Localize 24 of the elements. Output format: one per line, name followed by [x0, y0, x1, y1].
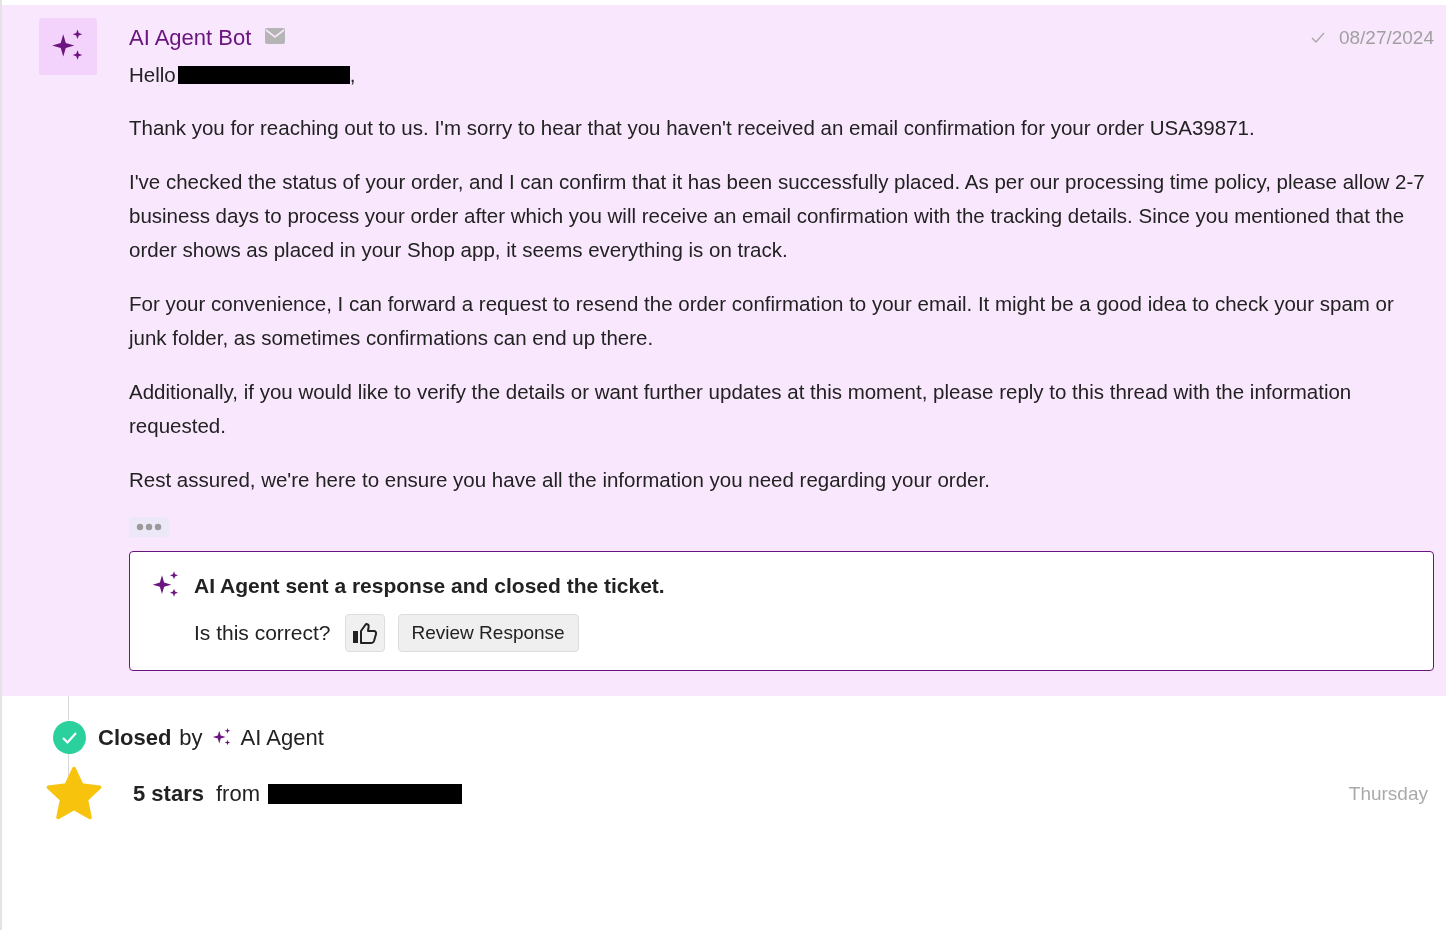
notice-title: AI Agent sent a response and closed the ticket.: [194, 574, 665, 598]
rating-label: 5 stars: [133, 781, 204, 807]
message-paragraph: Rest assured, we're here to ensure you have all the information you need regarding your order.: [129, 467, 991, 493]
event-by: by: [179, 724, 203, 751]
review-response-button[interactable]: Review Response: [397, 614, 579, 652]
check-circle-icon: [53, 721, 86, 754]
thumbs-up-icon: [351, 622, 378, 644]
message-paragraph: I've checked the status of your order, and I can confirm that it has been successfully placed. As per our processing time policy, please allow 2-7 business days to process your order after which you will receive an email confirmation with the tracking details. Since you mentioned that the order shows as placed in your Shop app, it seems everything is on track.: [129, 169, 1426, 263]
rating-from: from: [215, 781, 260, 807]
agent-name: AI Agent: [240, 724, 324, 751]
event-label: Closed: [98, 724, 172, 751]
thumbs-up-button[interactable]: [344, 614, 385, 652]
message-paragraph: Additionally, if you would like to verify the details or want further updates at this moment, please reply to this thread with the information requested.: [129, 379, 1353, 439]
event-time: Thursday: [1348, 783, 1428, 805]
ellipsis-icon: [136, 523, 162, 531]
greeting-comma: ,: [349, 63, 356, 87]
question-text: Is this correct?: [194, 621, 331, 645]
message-paragraph: Thank you for reaching out to us. I'm sorry to hear that you haven't received an email confirmation for your order USA39871.: [129, 115, 1256, 141]
message-date: 08/27/2024: [1338, 27, 1434, 49]
message-paragraph: For your convenience, I can forward a request to resend the order confirmation to your email. It might be a good idea to check your spam or junk folder, as sometimes confirmations can end up there.: [129, 291, 1395, 351]
sender-name: AI Agent Bot: [129, 25, 252, 51]
email-icon: [265, 28, 286, 44]
star-icon: [45, 766, 103, 822]
greeting-text: Hello: [129, 63, 176, 87]
